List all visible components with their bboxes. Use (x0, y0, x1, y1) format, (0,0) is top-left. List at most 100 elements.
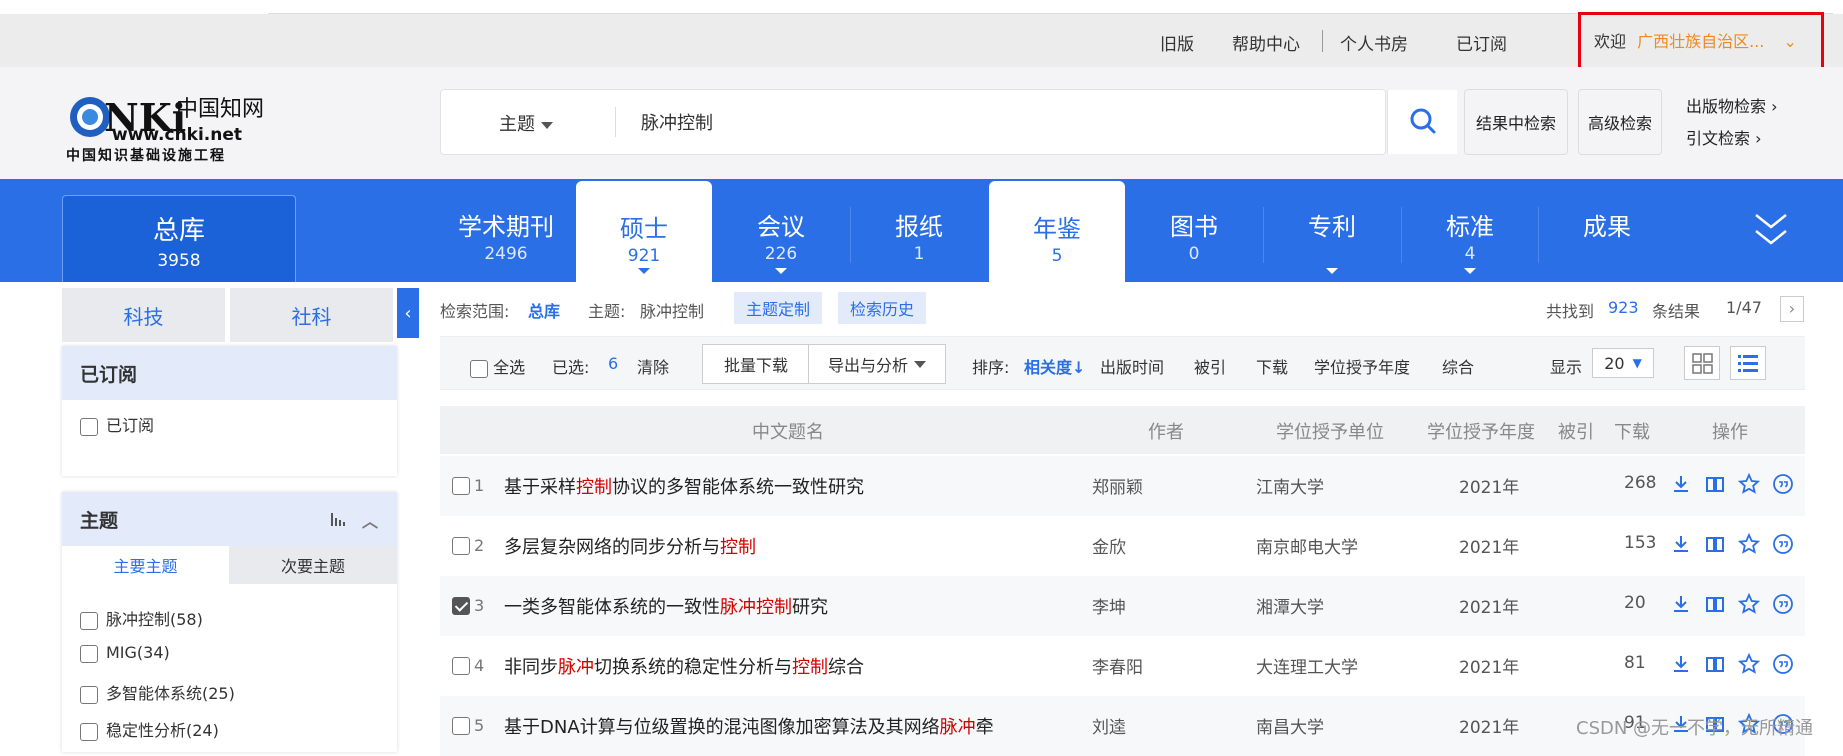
collapse-sidebar-button[interactable]: ‹ (397, 288, 419, 338)
author-link[interactable]: 李坤 (1092, 593, 1126, 618)
quote-icon[interactable] (1772, 593, 1794, 615)
result-title-link[interactable]: 多层复杂网络的同步分析与控制 (504, 533, 756, 559)
page-size-select[interactable]: 20 ▼ (1592, 348, 1654, 378)
cnki-logo[interactable]: NKi 中国知网 www.cnki.net 中国知识基础设施工程 (66, 89, 291, 164)
sort-cited[interactable]: 被引 (1194, 354, 1226, 378)
checkbox[interactable] (80, 644, 98, 663)
quote-icon[interactable] (1772, 533, 1794, 555)
author-link[interactable]: 郑丽颖 (1092, 473, 1143, 498)
author-link[interactable]: 刘逵 (1092, 713, 1126, 738)
grid-view-icon[interactable] (1684, 346, 1720, 380)
search-history-button[interactable]: 检索历史 (838, 292, 927, 324)
tab-conference[interactable]: 会议 226 (713, 179, 849, 282)
tab-achievements[interactable]: 成果 (1539, 179, 1675, 282)
favorite-star-icon[interactable] (1737, 652, 1761, 675)
unit-link[interactable]: 南京邮电大学 (1256, 533, 1358, 558)
result-title-link[interactable]: 基于DNA计算与位级置换的混沌图像加密算法及其网络脉冲牵 (504, 713, 994, 739)
unit-link[interactable]: 湘潭大学 (1256, 593, 1324, 618)
author-link[interactable]: 金欣 (1092, 533, 1126, 558)
topic-facet[interactable]: 多智能体系统(25) (80, 680, 235, 704)
author-link[interactable]: 李春阳 (1092, 653, 1143, 678)
publication-search-link[interactable]: 出版物检索 › (1686, 93, 1778, 117)
tab-standards[interactable]: 标准 4 (1402, 179, 1538, 282)
list-view-icon[interactable] (1730, 346, 1766, 380)
checkbox[interactable] (80, 611, 98, 630)
row-select[interactable]: 1 (452, 475, 484, 496)
tab-masters[interactable]: 硕士 921 (576, 181, 712, 282)
favorite-star-icon[interactable] (1737, 592, 1761, 615)
row-select[interactable]: 2 (452, 535, 484, 556)
search-button[interactable] (1387, 90, 1457, 154)
sort-downloads[interactable]: 下载 (1256, 354, 1288, 378)
sidebar-tab-social[interactable]: 社科 (230, 288, 393, 342)
export-analysis-dropdown[interactable]: 导出与分析 (808, 344, 946, 384)
expand-chevron-icon[interactable] (1754, 211, 1788, 253)
citation-search-link[interactable]: 引文检索 › (1686, 125, 1762, 149)
download-icon[interactable] (1670, 653, 1692, 675)
topic-panel-header[interactable]: 主题 ︿ (62, 492, 397, 546)
table-row[interactable]: 2 多层复杂网络的同步分析与控制 金欣 南京邮电大学 2021年 153 (440, 516, 1805, 576)
topic-subtab-secondary[interactable]: 次要主题 (229, 546, 397, 584)
subscribed-facet[interactable]: 已订阅 (80, 412, 154, 436)
select-all[interactable]: 全选 (470, 354, 525, 378)
bar-chart-icon[interactable] (330, 510, 346, 532)
topic-facet[interactable]: 脉冲控制(58) (80, 606, 203, 630)
sort-relevance[interactable]: 相关度↓ (1024, 354, 1085, 378)
personal-library-link[interactable]: 个人书房 (1340, 30, 1408, 55)
table-row[interactable]: 1 基于采样控制协议的多智能体系统一致性研究 郑丽颖 江南大学 2021年 268 (440, 456, 1805, 516)
row-select[interactable]: 4 (452, 655, 484, 676)
checkbox[interactable] (80, 417, 98, 436)
sidebar-tab-science[interactable]: 科技 (62, 288, 225, 342)
tab-books[interactable]: 图书 0 (1126, 179, 1262, 282)
quote-icon[interactable] (1772, 653, 1794, 675)
checkbox[interactable] (452, 657, 470, 675)
checkbox[interactable] (452, 477, 470, 495)
download-icon[interactable] (1670, 473, 1692, 495)
tab-journals[interactable]: 学术期刊 2496 (438, 179, 574, 282)
sort-publish-time[interactable]: 出版时间 (1100, 354, 1164, 378)
topic-subtab-main[interactable]: 主要主题 (62, 546, 229, 584)
row-select[interactable]: 3 (452, 595, 484, 616)
help-center-link[interactable]: 帮助中心 (1232, 30, 1300, 55)
checkbox[interactable] (452, 537, 470, 555)
read-book-icon[interactable] (1704, 653, 1726, 675)
result-title-link[interactable]: 基于采样控制协议的多智能体系统一致性研究 (504, 473, 864, 499)
table-row[interactable]: 4 非同步脉冲切换系统的稳定性分析与控制综合 李春阳 大连理工大学 2021年 81 (440, 636, 1805, 696)
unit-link[interactable]: 江南大学 (1256, 473, 1324, 498)
download-icon[interactable] (1670, 533, 1692, 555)
tab-newspaper[interactable]: 报纸 1 (851, 179, 987, 282)
table-row[interactable]: 3 一类多智能体系统的一致性脉冲控制研究 李坤 湘潭大学 2021年 20 (440, 576, 1805, 636)
batch-download-button[interactable]: 批量下载 (702, 344, 810, 384)
topic-facet[interactable]: 稳定性分析(24) (80, 717, 219, 741)
unit-link[interactable]: 南昌大学 (1256, 713, 1324, 738)
read-book-icon[interactable] (1704, 533, 1726, 555)
row-select[interactable]: 5 (452, 715, 484, 736)
topic-facet[interactable]: MIG(34) (80, 643, 170, 663)
result-title-link[interactable]: 非同步脉冲切换系统的稳定性分析与控制综合 (504, 653, 864, 679)
read-book-icon[interactable] (1704, 593, 1726, 615)
read-book-icon[interactable] (1704, 473, 1726, 495)
advanced-search-button[interactable]: 高级检索 (1578, 89, 1662, 155)
next-page-icon[interactable]: › (1780, 296, 1804, 322)
topic-custom-button[interactable]: 主题定制 (734, 292, 823, 324)
old-version-link[interactable]: 旧版 (1160, 30, 1194, 55)
chevron-up-icon[interactable]: ︿ (362, 508, 378, 532)
scope-value[interactable]: 总库 (528, 298, 560, 322)
subscribed-link[interactable]: 已订阅 (1456, 30, 1507, 55)
checkbox[interactable] (452, 717, 470, 735)
search-input[interactable] (641, 104, 1241, 140)
quote-icon[interactable] (1772, 473, 1794, 495)
checkbox[interactable] (80, 685, 98, 704)
clear-selection-link[interactable]: 清除 (637, 354, 669, 378)
checkbox[interactable] (470, 359, 488, 378)
search-in-results-button[interactable]: 结果中检索 (1464, 89, 1568, 155)
tab-patents[interactable]: 专利 (1264, 179, 1400, 282)
download-icon[interactable] (1670, 593, 1692, 615)
sort-composite[interactable]: 综合 (1442, 354, 1474, 378)
tab-yearbook[interactable]: 年鉴 5 (989, 181, 1125, 282)
tab-zongku[interactable]: 总库 3958 (62, 195, 296, 282)
unit-link[interactable]: 大连理工大学 (1256, 653, 1358, 678)
result-title-link[interactable]: 一类多智能体系统的一致性脉冲控制研究 (504, 593, 828, 619)
checkbox[interactable] (80, 722, 98, 741)
favorite-star-icon[interactable] (1737, 472, 1761, 495)
